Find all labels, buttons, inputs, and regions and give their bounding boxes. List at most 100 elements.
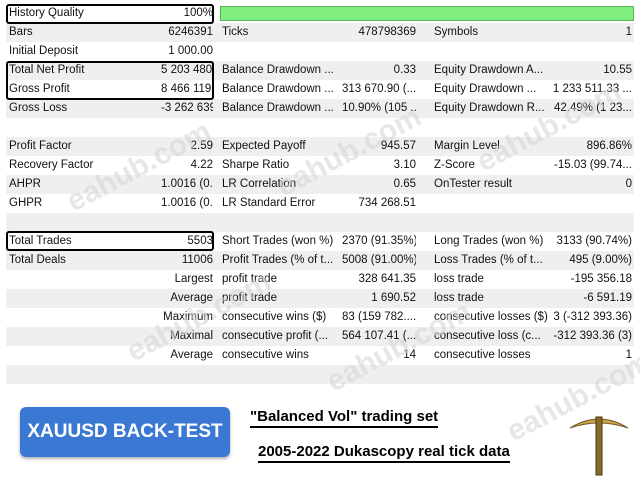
pickaxe-icon — [569, 416, 629, 476]
stat-value — [552, 118, 632, 137]
stat-label: consecutive loss (c... — [434, 330, 541, 342]
stat-value: 1 — [625, 349, 632, 361]
stat-value: 0.33 — [393, 64, 416, 76]
stat-label: Total Trades — [9, 235, 72, 247]
stat-label: Short Trades (won %) — [222, 235, 334, 247]
stat-label — [434, 42, 552, 61]
stat-label: loss trade — [434, 292, 484, 304]
stat-value: -195 356.18 — [570, 273, 632, 285]
stats-row: Average consecutive wins 14 consecutive los… — [6, 346, 634, 365]
stats-row: Profit Factor 2.59 Expected Payoff 945.57 Ma… — [6, 137, 634, 156]
stat-value — [342, 365, 416, 384]
stat-label: GHPR — [9, 197, 43, 209]
stat-label — [222, 118, 340, 137]
stat-value: 5 203 480.01 — [161, 64, 213, 76]
stat-value: Average — [170, 349, 213, 361]
stat-value: -312 393.36 (3) — [553, 330, 632, 342]
stat-label: Expected Payoff — [222, 140, 306, 152]
stat-label: Total Deals — [9, 254, 66, 266]
stat-value: 564 107.41 (... — [342, 330, 416, 342]
stat-value: 1 233 511.33 ... — [552, 83, 632, 95]
stat-value: 1.0016 (0.16... — [161, 178, 213, 190]
stat-label: AHPR — [9, 178, 41, 190]
stat-value: 2.59 — [190, 140, 213, 152]
stats-row: Maximal consecutive profit (... 564 107.41… — [6, 327, 634, 346]
stat-value: 734 268.51 — [358, 197, 416, 209]
stats-row: Gross Profit 8 466 119.64 Balance Drawdown… — [6, 80, 634, 99]
history-quality-value: 100% — [183, 7, 213, 19]
stat-label: Balance Drawdown ... — [222, 102, 334, 114]
stats-row: Initial Deposit 1 000.00 — [6, 42, 634, 61]
stat-value — [552, 213, 632, 232]
caption-trading-set: "Balanced Vol" trading set — [250, 408, 439, 428]
stats-row: Total Net Profit 5 203 480.01 Balance Draw… — [6, 61, 634, 80]
stat-label: Loss Trades (% of t... — [434, 254, 543, 266]
stat-label: Recovery Factor — [9, 159, 94, 171]
stats-row: GHPR 1.0016 (0.16... LR Standard Error 734 … — [6, 194, 634, 213]
stat-value: Maximal — [170, 330, 213, 342]
stat-value — [552, 42, 632, 61]
stat-label — [434, 213, 552, 232]
stat-value: 1 000.00 — [168, 45, 213, 57]
stat-label: Equity Drawdown ... — [434, 83, 537, 95]
stat-label: Margin Level — [434, 140, 500, 152]
stat-label: profit trade — [222, 292, 277, 304]
stat-label: Z-Score — [434, 159, 475, 171]
stat-value: 1.0016 (0.16... — [161, 197, 213, 209]
stat-value: 1 — [625, 26, 632, 38]
stat-label — [9, 118, 159, 137]
stat-value: -15.03 (99.74... — [554, 159, 632, 171]
stat-value: 10.55 — [603, 64, 632, 76]
stat-label: Equity Drawdown R... — [434, 102, 545, 114]
stat-label: LR Correlation — [222, 178, 297, 190]
stat-value: 5008 (91.00%) — [342, 254, 416, 266]
stat-value: -6 591.19 — [583, 292, 632, 304]
stat-label — [9, 213, 159, 232]
stat-label: Ticks — [222, 26, 249, 38]
stat-label: Equity Drawdown A... — [434, 64, 544, 76]
stat-label: loss trade — [434, 273, 484, 285]
stat-value: 10.90% (105 ... — [342, 102, 416, 114]
stats-rows: Bars 6246391 Ticks 478798369 Symbols 1 Initial… — [6, 23, 634, 384]
stat-value: 0.65 — [393, 178, 416, 190]
stat-label: consecutive losses — [434, 349, 531, 361]
stat-label — [9, 346, 159, 365]
stat-label — [9, 289, 159, 308]
stat-label — [222, 42, 340, 61]
stat-label: Long Trades (won %) — [434, 235, 544, 247]
stat-value: Average — [170, 292, 213, 304]
stat-value — [552, 365, 632, 384]
stat-label: consecutive wins — [222, 349, 309, 361]
stat-label: Profit Trades (% of t... — [222, 254, 334, 266]
stat-value — [342, 118, 416, 137]
stats-row: Recovery Factor 4.22 Sharpe Ratio 3.10 Z-Sco… — [6, 156, 634, 175]
stat-label: Gross Loss — [9, 102, 68, 114]
stat-label: Symbols — [434, 26, 479, 38]
stat-label: profit trade — [222, 273, 277, 285]
stat-label: Gross Profit — [9, 83, 70, 95]
stat-label — [222, 213, 340, 232]
stats-row: Total Deals 11006 Profit Trades (% of t...… — [6, 251, 634, 270]
stat-value: 42.49% (1 23... — [554, 102, 632, 114]
stat-value: -3 262 639.63 — [161, 102, 213, 114]
stat-value — [161, 118, 213, 137]
stat-value — [161, 213, 213, 232]
stat-label: Total Net Profit — [9, 64, 85, 76]
stat-label: Balance Drawdown ... — [222, 64, 334, 76]
stat-value: 14 — [403, 349, 416, 361]
stats-row: Largest profit trade 328 641.35 loss trade -… — [6, 270, 634, 289]
stat-value: 1 690.52 — [371, 292, 416, 304]
stat-value: 313 670.90 (... — [342, 83, 416, 95]
stat-value: 945.57 — [380, 140, 416, 152]
stats-row — [6, 213, 634, 232]
stat-label — [222, 365, 340, 384]
stat-label — [9, 270, 159, 289]
stat-value — [342, 213, 416, 232]
results-table: History Quality 100% Bars 6246391 Ticks 478… — [6, 4, 634, 384]
stat-label — [434, 194, 552, 213]
stat-label: Balance Drawdown ... — [222, 83, 334, 95]
stat-value: 3 (-312 393.36) — [553, 311, 632, 323]
stat-value — [342, 42, 416, 61]
stat-label: Profit Factor — [9, 140, 72, 152]
stat-label: consecutive profit (... — [222, 330, 329, 342]
